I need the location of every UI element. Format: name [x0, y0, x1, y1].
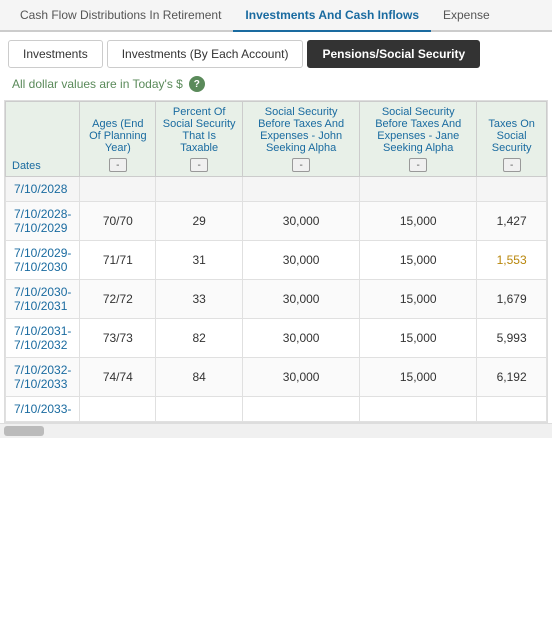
cell-ss-jane [360, 397, 477, 422]
second-tab-bar: Investments Investments (By Each Account… [0, 32, 552, 68]
cell-ss-jane: 15,000 [360, 319, 477, 358]
cell-percent: 31 [156, 241, 243, 280]
cell-dates: 7/10/2033- [6, 397, 80, 422]
cell-ages: 73/73 [80, 319, 156, 358]
tab-investments-basic[interactable]: Investments [8, 40, 103, 68]
cell-percent [156, 397, 243, 422]
cell-percent: 33 [156, 280, 243, 319]
table-header-row: Dates Ages (End Of Planning Year) - ▼ Pe… [6, 102, 547, 177]
tab-expenses[interactable]: Expense [431, 0, 502, 30]
cell-taxes [477, 397, 547, 422]
col-header-ss-john: Social Security Before Taxes And Expense… [243, 102, 360, 177]
cell-ages: 71/71 [80, 241, 156, 280]
col-header-dates: Dates [6, 102, 80, 177]
cell-ss-john [243, 397, 360, 422]
table-row: 7/10/2032- 7/10/203374/748430,00015,0006… [6, 358, 547, 397]
col-header-ss-jane: Social Security Before Taxes And Expense… [360, 102, 477, 177]
cell-percent: 29 [156, 202, 243, 241]
cell-ss-john: 30,000 [243, 319, 360, 358]
cell-dates: 7/10/2030- 7/10/2031 [6, 280, 80, 319]
table-row: 7/10/2030- 7/10/203172/723330,00015,0001… [6, 280, 547, 319]
tab-pensions[interactable]: Pensions/Social Security [307, 40, 480, 68]
table-row: 7/10/2031- 7/10/203273/738230,00015,0005… [6, 319, 547, 358]
cell-taxes: 1,679 [477, 280, 547, 319]
cell-ss-jane: 15,000 [360, 280, 477, 319]
cell-ss-jane: 15,000 [360, 241, 477, 280]
cell-dates: 7/10/2028- 7/10/2029 [6, 202, 80, 241]
cell-taxes: 6,192 [477, 358, 547, 397]
cell-dates: 7/10/2029- 7/10/2030 [6, 241, 80, 280]
cell-ss-john: 30,000 [243, 202, 360, 241]
cell-ages [80, 177, 156, 202]
top-tab-bar: Cash Flow Distributions In Retirement In… [0, 0, 552, 32]
cell-ages: 70/70 [80, 202, 156, 241]
info-bar: All dollar values are in Today's $ ? [0, 68, 552, 100]
cell-ss-jane: 15,000 [360, 202, 477, 241]
cell-ages: 72/72 [80, 280, 156, 319]
cell-ss-john: 30,000 [243, 358, 360, 397]
data-table-container: Dates Ages (End Of Planning Year) - ▼ Pe… [4, 100, 548, 423]
cell-dates: 7/10/2028 [6, 177, 80, 202]
table-row: 7/10/2028- 7/10/202970/702930,00015,0001… [6, 202, 547, 241]
cell-dates: 7/10/2031- 7/10/2032 [6, 319, 80, 358]
cell-ages [80, 397, 156, 422]
scroll-thumb[interactable] [4, 426, 44, 436]
taxes-collapse-btn[interactable]: - [503, 158, 521, 172]
table-row: 7/10/2033- [6, 397, 547, 422]
data-table: Dates Ages (End Of Planning Year) - ▼ Pe… [5, 101, 547, 422]
cell-ss-john [243, 177, 360, 202]
ss-jane-collapse-btn[interactable]: - [409, 158, 427, 172]
cell-ss-john: 30,000 [243, 280, 360, 319]
cell-ss-john: 30,000 [243, 241, 360, 280]
ss-john-collapse-btn[interactable]: - [292, 158, 310, 172]
col-header-ages: Ages (End Of Planning Year) - [80, 102, 156, 177]
cell-ages: 74/74 [80, 358, 156, 397]
help-icon[interactable]: ? [189, 76, 205, 92]
cell-ss-jane [360, 177, 477, 202]
tab-investments[interactable]: Investments And Cash Inflows [233, 0, 431, 32]
col-header-percent: ▼ Percent Of Social Security That Is Tax… [156, 102, 243, 177]
tab-cash-flow[interactable]: Cash Flow Distributions In Retirement [8, 0, 233, 30]
cell-dates: 7/10/2032- 7/10/2033 [6, 358, 80, 397]
table-row: 7/10/2029- 7/10/203071/713130,00015,0001… [6, 241, 547, 280]
cell-ss-jane: 15,000 [360, 358, 477, 397]
cell-taxes: 1,427 [477, 202, 547, 241]
cell-taxes: 5,993 [477, 319, 547, 358]
cell-percent: 82 [156, 319, 243, 358]
percent-collapse-btn[interactable]: - [190, 158, 208, 172]
cell-taxes: 1,553 [477, 241, 547, 280]
cell-taxes [477, 177, 547, 202]
tab-investments-by-account[interactable]: Investments (By Each Account) [107, 40, 304, 68]
info-text: All dollar values are in Today's $ [12, 77, 183, 91]
table-row: 7/10/2028 [6, 177, 547, 202]
table-body: 7/10/20287/10/2028- 7/10/202970/702930,0… [6, 177, 547, 422]
col-header-taxes: Taxes On Social Security - [477, 102, 547, 177]
horizontal-scrollbar[interactable] [0, 423, 552, 438]
ages-collapse-btn[interactable]: - [109, 158, 127, 172]
cell-percent: 84 [156, 358, 243, 397]
cell-percent [156, 177, 243, 202]
